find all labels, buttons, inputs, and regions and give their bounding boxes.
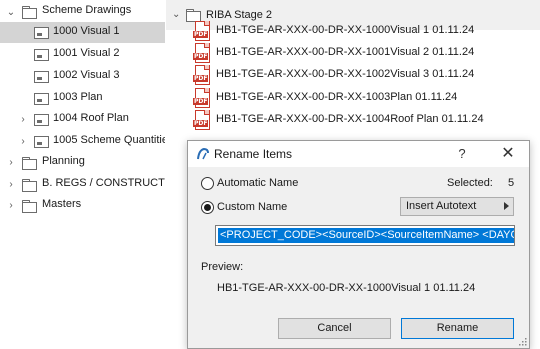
tree-item-label: Scheme Drawings <box>42 4 132 16</box>
insert-autotext-button[interactable]: Insert Autotext <box>400 197 514 216</box>
tree-item-masters[interactable]: › Masters <box>0 195 165 216</box>
custom-name-radio[interactable] <box>201 201 214 214</box>
tree-item-label: 1001 Visual 2 <box>53 47 120 59</box>
file-name: HB1-TGE-AR-XXX-00-DR-XX-1002Visual 3 01.… <box>216 68 475 80</box>
close-button[interactable]: ✕ <box>498 144 518 164</box>
triangle-right-icon <box>504 202 509 210</box>
tree-item-label: B. REGS / CONSTRUCTION <box>42 177 165 189</box>
insert-autotext-label: Insert Autotext <box>406 200 477 212</box>
tree-item-1003-plan[interactable]: 1003 Plan <box>0 88 165 109</box>
view-icon <box>34 27 49 39</box>
custom-name-label: Custom Name <box>217 201 288 213</box>
tree-item-label: Masters <box>42 198 82 210</box>
view-icon <box>34 71 49 83</box>
file-name: HB1-TGE-AR-XXX-00-DR-XX-1004Roof Plan 01… <box>216 113 484 125</box>
tree-item-label: 1003 Plan <box>53 91 103 103</box>
tree-item-label: 1000 Visual 1 <box>53 25 120 37</box>
chevron-down-icon[interactable]: ⌄ <box>172 9 182 21</box>
custom-name-input[interactable]: <PROJECT_CODE><SourceID><SourceItemName>… <box>215 225 515 246</box>
tree-item-planning[interactable]: › Planning <box>0 152 165 173</box>
resize-grip-icon[interactable] <box>518 337 527 346</box>
folder-icon <box>22 157 37 170</box>
rename-button[interactable]: Rename <box>401 318 514 339</box>
file-name: HB1-TGE-AR-XXX-00-DR-XX-1000Visual 1 01.… <box>216 24 475 36</box>
preview-value: HB1-TGE-AR-XXX-00-DR-XX-1000Visual 1 01.… <box>217 282 476 294</box>
preview-label: Preview: <box>201 261 244 273</box>
chevron-right-icon[interactable]: › <box>18 135 28 147</box>
rename-items-dialog: Rename Items ? ✕ Automatic Name Selected… <box>187 140 530 349</box>
pdf-icon: PDF <box>193 43 210 63</box>
file-item[interactable]: PDF HB1-TGE-AR-XXX-00-DR-XX-1000Visual 1… <box>193 20 534 42</box>
chevron-right-icon[interactable]: › <box>6 199 16 211</box>
pdf-icon: PDF <box>193 21 210 41</box>
view-icon <box>34 136 49 148</box>
automatic-name-label: Automatic Name <box>217 177 299 189</box>
view-icon <box>34 114 49 126</box>
dialog-title: Rename Items <box>214 147 293 161</box>
folder-icon <box>22 200 37 213</box>
tree-item-label: 1004 Roof Plan <box>53 112 129 124</box>
archicad-icon <box>197 147 209 160</box>
tree-item-1000-visual-1[interactable]: 1000 Visual 1 <box>0 22 165 43</box>
chevron-right-icon[interactable]: › <box>6 156 16 168</box>
tree-item-b-regs-construction[interactable]: › B. REGS / CONSTRUCTION <box>0 174 165 195</box>
tree-item-1005-scheme-quantities[interactable]: › 1005 Scheme Quantities <box>0 131 165 152</box>
tree-item-scheme-drawings[interactable]: ⌄ Scheme Drawings <box>0 1 165 22</box>
file-item[interactable]: PDF HB1-TGE-AR-XXX-00-DR-XX-1001Visual 2… <box>193 42 534 64</box>
file-item[interactable]: PDF HB1-TGE-AR-XXX-00-DR-XX-1004Roof Pla… <box>193 109 534 131</box>
file-item[interactable]: PDF HB1-TGE-AR-XXX-00-DR-XX-1003Plan 01.… <box>193 87 534 109</box>
file-item[interactable]: PDF HB1-TGE-AR-XXX-00-DR-XX-1002Visual 3… <box>193 64 534 86</box>
tree-item-label: 1002 Visual 3 <box>53 69 120 81</box>
folder-icon <box>22 6 37 19</box>
view-icon <box>34 49 49 61</box>
chevron-right-icon[interactable]: › <box>18 113 28 125</box>
automatic-name-radio[interactable] <box>201 177 214 190</box>
cancel-button[interactable]: Cancel <box>278 318 391 339</box>
folder-icon <box>22 179 37 192</box>
chevron-right-icon[interactable]: › <box>6 178 16 190</box>
pdf-icon: PDF <box>193 88 210 108</box>
pdf-icon: PDF <box>193 110 210 130</box>
chevron-down-icon[interactable]: ⌄ <box>6 6 16 18</box>
selected-count: 5 <box>508 177 515 189</box>
tree-item-label: 1005 Scheme Quantities <box>53 134 165 146</box>
tree-item-1004-roof-plan[interactable]: › 1004 Roof Plan <box>0 109 165 130</box>
view-icon <box>34 93 49 105</box>
dialog-title-bar[interactable]: Rename Items ? ✕ <box>188 141 529 167</box>
tree-item-1002-visual-3[interactable]: 1002 Visual 3 <box>0 66 165 87</box>
tree-item-label: Planning <box>42 155 85 167</box>
navigator-tree: ⌄ Scheme Drawings 1000 Visual 1 1001 Vis… <box>0 0 165 347</box>
file-name: HB1-TGE-AR-XXX-00-DR-XX-1003Plan 01.11.2… <box>216 91 458 103</box>
pdf-icon: PDF <box>193 65 210 85</box>
help-button[interactable]: ? <box>452 144 472 164</box>
file-name: HB1-TGE-AR-XXX-00-DR-XX-1001Visual 2 01.… <box>216 46 475 58</box>
custom-name-value: <PROJECT_CODE><SourceID><SourceItemName>… <box>218 228 514 243</box>
tree-item-1001-visual-2[interactable]: 1001 Visual 2 <box>0 44 165 65</box>
selected-label: Selected: <box>447 177 493 189</box>
